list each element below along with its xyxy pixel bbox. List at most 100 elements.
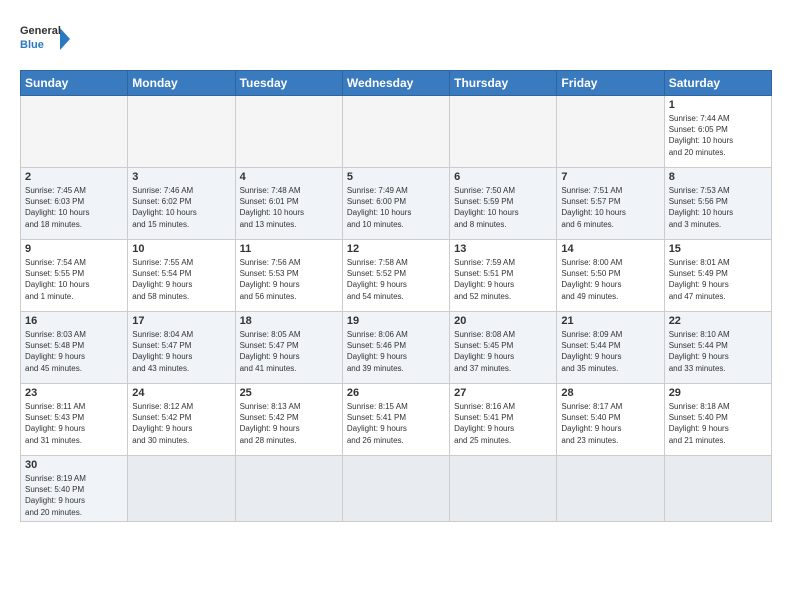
day-info: Sunrise: 8:15 AM Sunset: 5:41 PM Dayligh… xyxy=(347,401,445,446)
day-cell xyxy=(557,456,664,522)
day-info: Sunrise: 8:12 AM Sunset: 5:42 PM Dayligh… xyxy=(132,401,230,446)
day-number: 13 xyxy=(454,243,552,255)
weekday-saturday: Saturday xyxy=(664,71,771,96)
day-number: 19 xyxy=(347,315,445,327)
day-number: 17 xyxy=(132,315,230,327)
day-number: 8 xyxy=(669,171,767,183)
day-info: Sunrise: 7:59 AM Sunset: 5:51 PM Dayligh… xyxy=(454,257,552,302)
day-cell: 27 Sunrise: 8:16 AM Sunset: 5:41 PM Dayli… xyxy=(450,384,557,456)
day-info: Sunrise: 8:11 AM Sunset: 5:43 PM Dayligh… xyxy=(25,401,123,446)
day-number: 18 xyxy=(240,315,338,327)
day-cell: 10 Sunrise: 7:55 AM Sunset: 5:54 PM Dayli… xyxy=(128,240,235,312)
day-number: 23 xyxy=(25,387,123,399)
day-number: 24 xyxy=(132,387,230,399)
day-cell xyxy=(128,456,235,522)
svg-text:Blue: Blue xyxy=(20,39,44,51)
day-number: 11 xyxy=(240,243,338,255)
day-info: Sunrise: 8:06 AM Sunset: 5:46 PM Dayligh… xyxy=(347,329,445,374)
day-info: Sunrise: 8:19 AM Sunset: 5:40 PM Dayligh… xyxy=(25,473,123,518)
day-info: Sunrise: 8:05 AM Sunset: 5:47 PM Dayligh… xyxy=(240,329,338,374)
day-number: 6 xyxy=(454,171,552,183)
day-info: Sunrise: 8:00 AM Sunset: 5:50 PM Dayligh… xyxy=(561,257,659,302)
day-info: Sunrise: 7:44 AM Sunset: 6:05 PM Dayligh… xyxy=(669,113,767,158)
day-number: 30 xyxy=(25,459,123,471)
day-cell: 25 Sunrise: 8:13 AM Sunset: 5:42 PM Dayli… xyxy=(235,384,342,456)
day-cell xyxy=(342,456,449,522)
week-row-1: 1 Sunrise: 7:44 AM Sunset: 6:05 PM Daylig… xyxy=(21,96,772,168)
day-cell: 15 Sunrise: 8:01 AM Sunset: 5:49 PM Dayli… xyxy=(664,240,771,312)
day-cell: 8 Sunrise: 7:53 AM Sunset: 5:56 PM Daylig… xyxy=(664,168,771,240)
day-info: Sunrise: 7:49 AM Sunset: 6:00 PM Dayligh… xyxy=(347,185,445,230)
day-info: Sunrise: 8:03 AM Sunset: 5:48 PM Dayligh… xyxy=(25,329,123,374)
week-row-2: 2 Sunrise: 7:45 AM Sunset: 6:03 PM Daylig… xyxy=(21,168,772,240)
day-cell: 13 Sunrise: 7:59 AM Sunset: 5:51 PM Dayli… xyxy=(450,240,557,312)
weekday-thursday: Thursday xyxy=(450,71,557,96)
day-info: Sunrise: 7:58 AM Sunset: 5:52 PM Dayligh… xyxy=(347,257,445,302)
week-row-6: 30 Sunrise: 8:19 AM Sunset: 5:40 PM Dayli… xyxy=(21,456,772,522)
weekday-friday: Friday xyxy=(557,71,664,96)
day-cell xyxy=(450,96,557,168)
weekday-monday: Monday xyxy=(128,71,235,96)
day-info: Sunrise: 8:08 AM Sunset: 5:45 PM Dayligh… xyxy=(454,329,552,374)
day-cell: 14 Sunrise: 8:00 AM Sunset: 5:50 PM Dayli… xyxy=(557,240,664,312)
day-number: 2 xyxy=(25,171,123,183)
day-info: Sunrise: 8:10 AM Sunset: 5:44 PM Dayligh… xyxy=(669,329,767,374)
day-number: 14 xyxy=(561,243,659,255)
day-cell: 3Sunrise: 7:46 AM Sunset: 6:02 PM Daylig… xyxy=(128,168,235,240)
day-info: Sunrise: 8:09 AM Sunset: 5:44 PM Dayligh… xyxy=(561,329,659,374)
weekday-header-row: SundayMondayTuesdayWednesdayThursdayFrid… xyxy=(21,71,772,96)
day-cell: 2 Sunrise: 7:45 AM Sunset: 6:03 PM Daylig… xyxy=(21,168,128,240)
day-cell: 29Sunrise: 8:18 AM Sunset: 5:40 PM Dayli… xyxy=(664,384,771,456)
day-cell xyxy=(235,456,342,522)
day-cell xyxy=(342,96,449,168)
day-number: 3 xyxy=(132,171,230,183)
day-info: Sunrise: 7:55 AM Sunset: 5:54 PM Dayligh… xyxy=(132,257,230,302)
logo: General Blue xyxy=(20,18,70,60)
day-info: Sunrise: 7:56 AM Sunset: 5:53 PM Dayligh… xyxy=(240,257,338,302)
day-cell xyxy=(235,96,342,168)
day-cell: 16Sunrise: 8:03 AM Sunset: 5:48 PM Dayli… xyxy=(21,312,128,384)
day-number: 10 xyxy=(132,243,230,255)
day-number: 25 xyxy=(240,387,338,399)
day-info: Sunrise: 7:50 AM Sunset: 5:59 PM Dayligh… xyxy=(454,185,552,230)
day-info: Sunrise: 8:01 AM Sunset: 5:49 PM Dayligh… xyxy=(669,257,767,302)
calendar-header: General Blue xyxy=(20,18,772,60)
day-number: 20 xyxy=(454,315,552,327)
day-number: 5 xyxy=(347,171,445,183)
day-info: Sunrise: 8:17 AM Sunset: 5:40 PM Dayligh… xyxy=(561,401,659,446)
day-cell: 6 Sunrise: 7:50 AM Sunset: 5:59 PM Daylig… xyxy=(450,168,557,240)
day-number: 22 xyxy=(669,315,767,327)
day-cell xyxy=(664,456,771,522)
day-number: 9 xyxy=(25,243,123,255)
day-number: 21 xyxy=(561,315,659,327)
day-cell xyxy=(557,96,664,168)
day-info: Sunrise: 8:16 AM Sunset: 5:41 PM Dayligh… xyxy=(454,401,552,446)
day-cell: 5 Sunrise: 7:49 AM Sunset: 6:00 PM Daylig… xyxy=(342,168,449,240)
day-info: Sunrise: 7:53 AM Sunset: 5:56 PM Dayligh… xyxy=(669,185,767,230)
day-cell xyxy=(21,96,128,168)
day-info: Sunrise: 8:13 AM Sunset: 5:42 PM Dayligh… xyxy=(240,401,338,446)
day-info: Sunrise: 7:45 AM Sunset: 6:03 PM Dayligh… xyxy=(25,185,123,230)
day-number: 27 xyxy=(454,387,552,399)
week-row-5: 23 Sunrise: 8:11 AM Sunset: 5:43 PM Dayli… xyxy=(21,384,772,456)
day-number: 15 xyxy=(669,243,767,255)
day-number: 28 xyxy=(561,387,659,399)
day-cell: 24 Sunrise: 8:12 AM Sunset: 5:42 PM Dayli… xyxy=(128,384,235,456)
day-number: 1 xyxy=(669,99,767,111)
day-cell xyxy=(450,456,557,522)
day-cell: 19 Sunrise: 8:06 AM Sunset: 5:46 PM Dayli… xyxy=(342,312,449,384)
day-number: 4 xyxy=(240,171,338,183)
day-number: 7 xyxy=(561,171,659,183)
day-number: 12 xyxy=(347,243,445,255)
day-cell: 12 Sunrise: 7:58 AM Sunset: 5:52 PM Dayli… xyxy=(342,240,449,312)
day-cell: 23 Sunrise: 8:11 AM Sunset: 5:43 PM Dayli… xyxy=(21,384,128,456)
day-cell xyxy=(128,96,235,168)
day-cell: 1 Sunrise: 7:44 AM Sunset: 6:05 PM Daylig… xyxy=(664,96,771,168)
logo-svg: General Blue xyxy=(20,18,70,60)
day-info: Sunrise: 7:48 AM Sunset: 6:01 PM Dayligh… xyxy=(240,185,338,230)
day-number: 26 xyxy=(347,387,445,399)
weekday-wednesday: Wednesday xyxy=(342,71,449,96)
svg-text:General: General xyxy=(20,25,61,37)
week-row-4: 16Sunrise: 8:03 AM Sunset: 5:48 PM Dayli… xyxy=(21,312,772,384)
day-cell: 17Sunrise: 8:04 AM Sunset: 5:47 PM Dayli… xyxy=(128,312,235,384)
